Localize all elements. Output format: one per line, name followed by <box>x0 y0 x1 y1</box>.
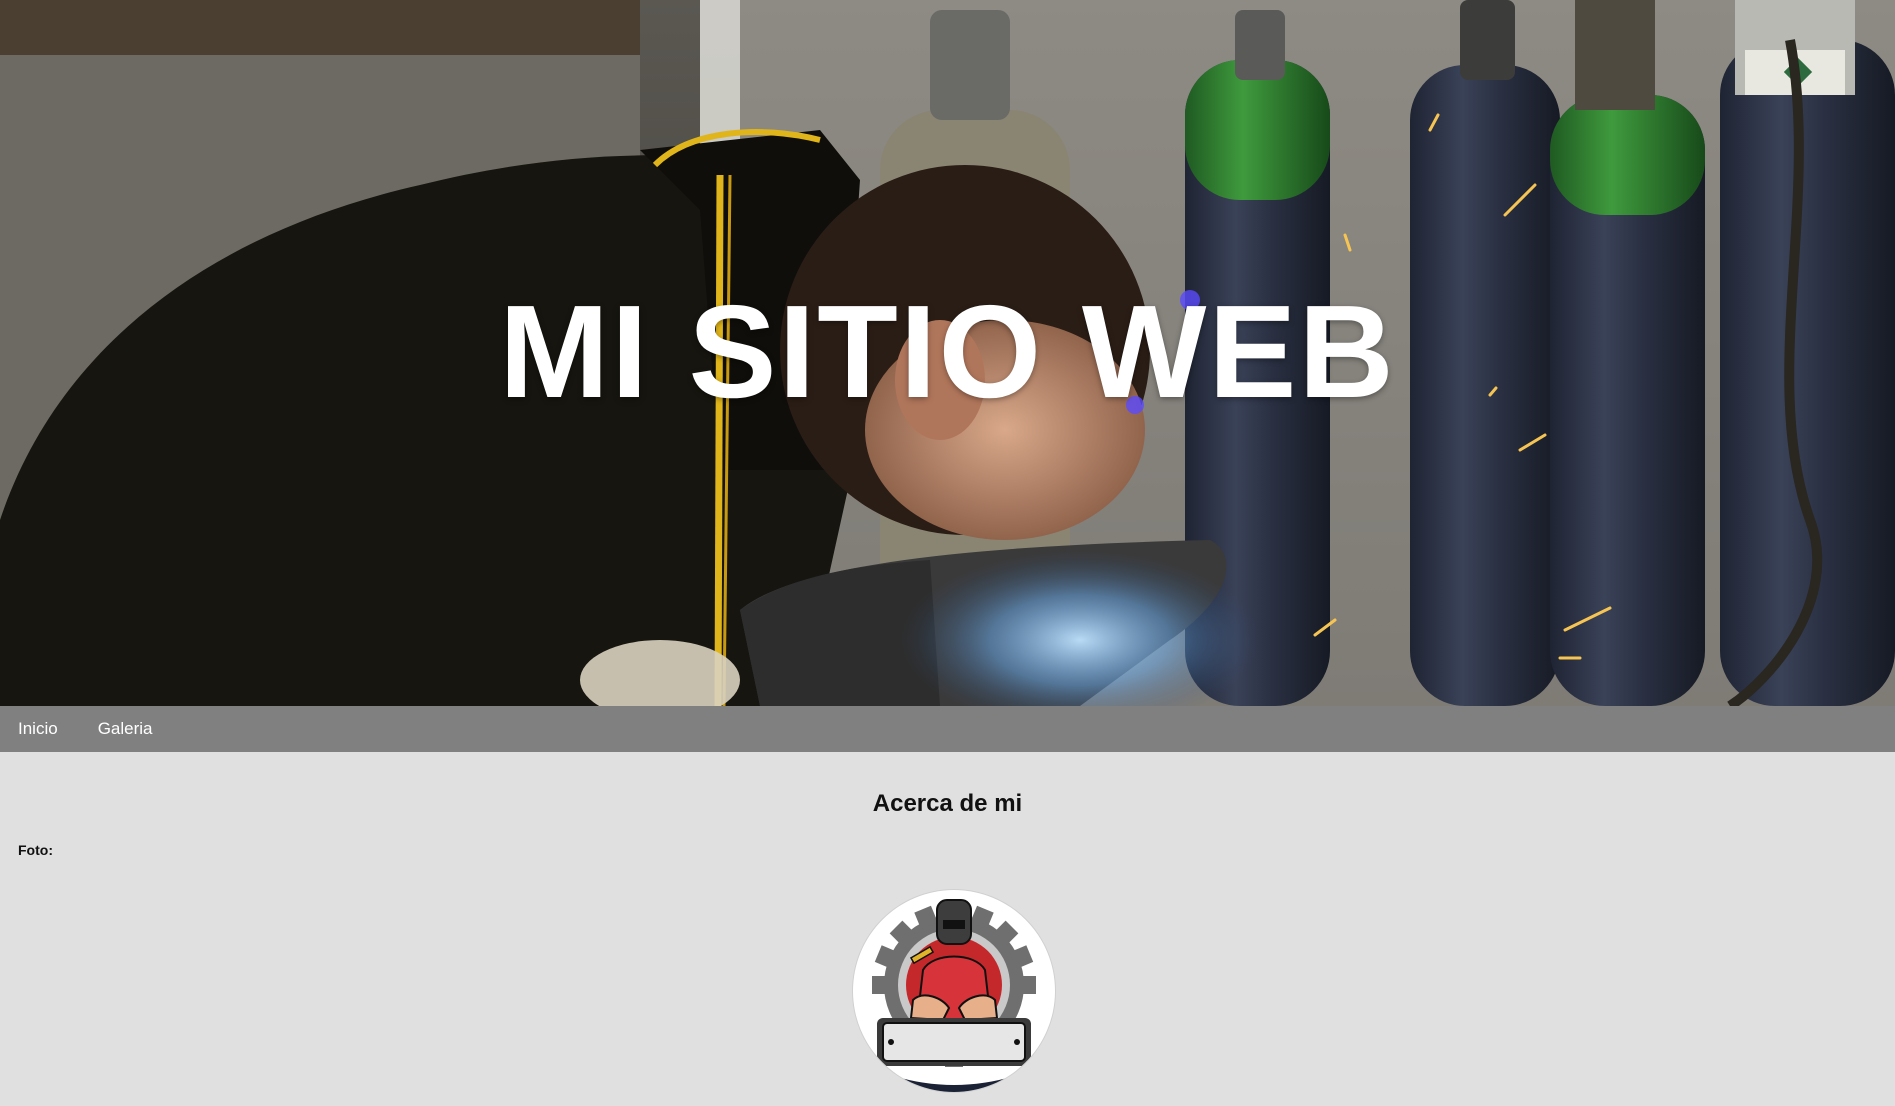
main-navbar: Inicio Galeria <box>0 706 1895 752</box>
site-title: MI SITIO WEB <box>499 278 1396 425</box>
about-heading: Acerca de mi <box>872 790 1023 817</box>
about-section: Acerca de mi Foto: <box>0 752 1895 1106</box>
nav-link-galeria[interactable]: Galeria <box>98 719 153 739</box>
hero-banner: MI SITIO WEB <box>0 0 1895 706</box>
welder-logo-icon <box>872 899 1036 1092</box>
photo-label: Foto: <box>18 842 53 858</box>
profile-photo <box>853 890 1055 1092</box>
nav-link-inicio[interactable]: Inicio <box>18 719 58 739</box>
